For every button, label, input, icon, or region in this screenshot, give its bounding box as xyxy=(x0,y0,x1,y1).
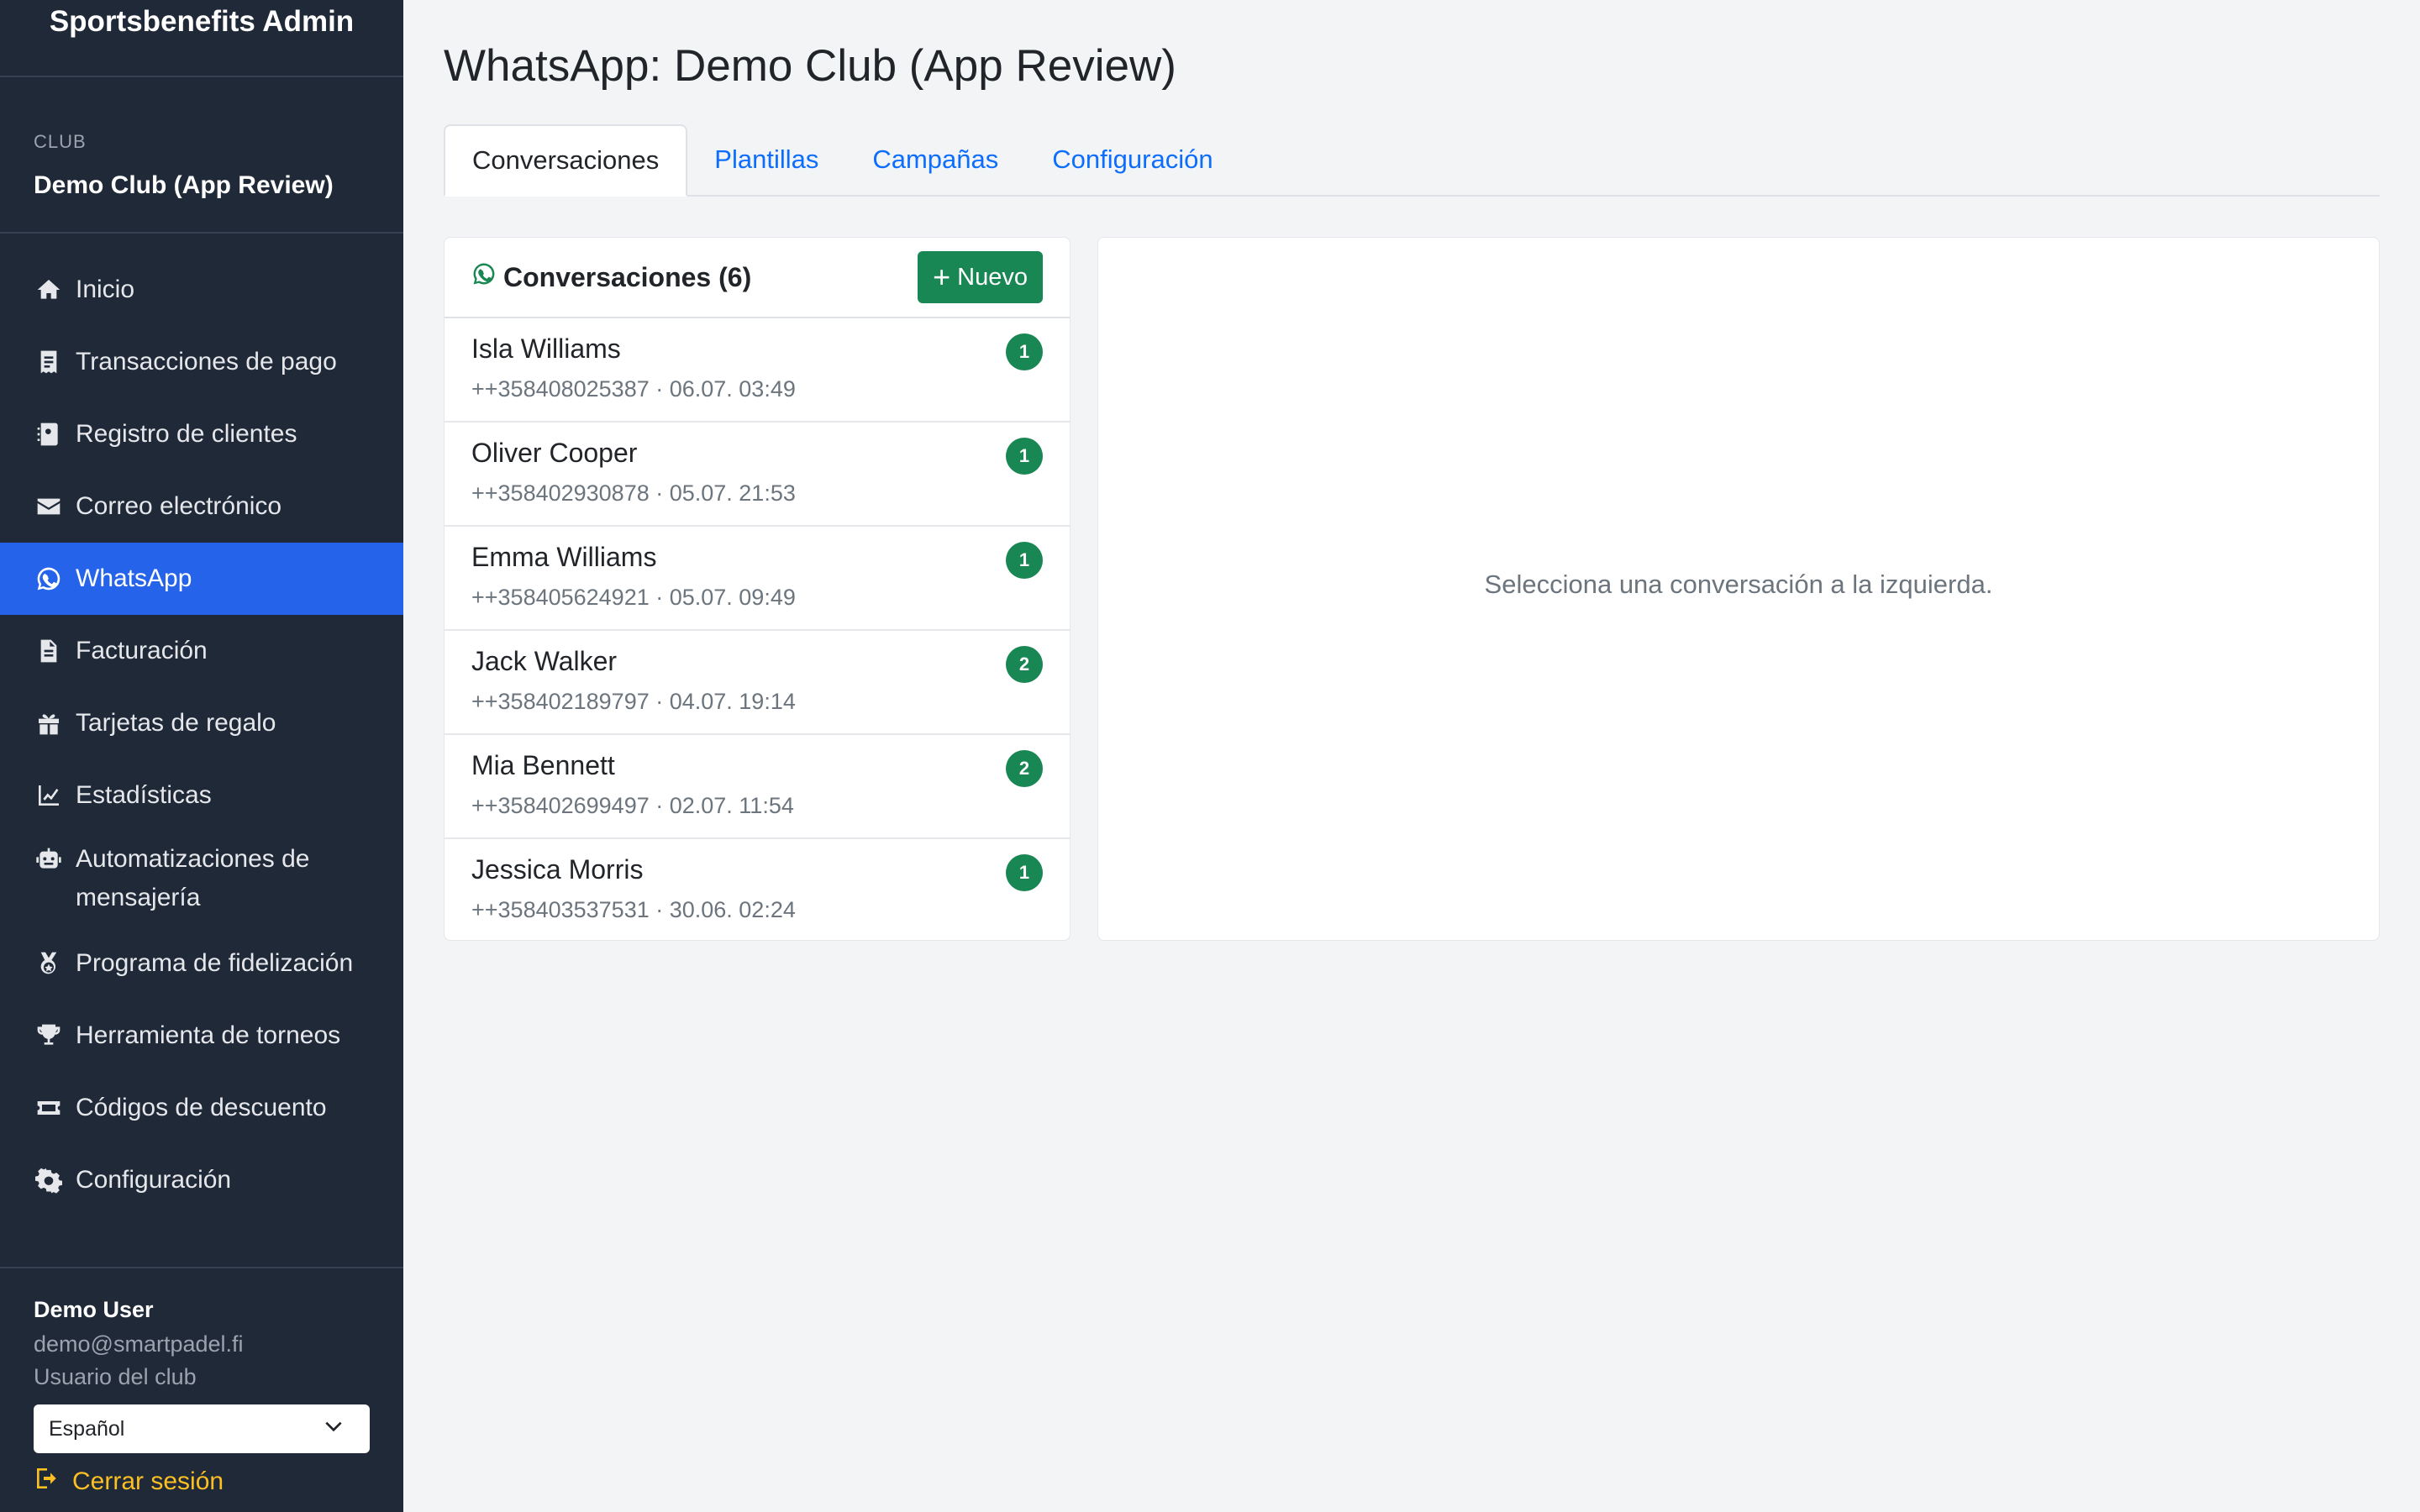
sidebar-nav: Inicio Transacciones de pago Registro de… xyxy=(0,254,403,1216)
sidebar-item-tarjetas-regalo[interactable]: Tarjetas de regalo xyxy=(0,687,403,759)
sidebar-item-label: Registro de clientes xyxy=(76,420,297,448)
conversation-name: Oliver Cooper xyxy=(471,438,638,468)
club-block: CLUB Demo Club (App Review) xyxy=(34,131,334,200)
sidebar-item-fidelizacion[interactable]: Programa de fidelización xyxy=(0,927,403,1000)
sidebar-item-torneos[interactable]: Herramienta de torneos xyxy=(0,1000,403,1072)
tab-campanas[interactable]: Campañas xyxy=(845,124,1025,195)
line-chart-icon xyxy=(34,780,64,811)
conversation-item[interactable]: Jessica Morris ++358403537531 · 30.06. 0… xyxy=(445,839,1070,940)
sidebar-item-estadisticas[interactable]: Estadísticas xyxy=(0,759,403,832)
conversation-name: Jessica Morris xyxy=(471,854,644,885)
plus-icon: + xyxy=(933,260,951,294)
conversation-meta: ++358402699497 · 02.07. 11:54 xyxy=(471,793,794,818)
ticket-icon xyxy=(34,1093,64,1123)
conversation-meta: ++358402189797 · 04.07. 19:14 xyxy=(471,689,796,714)
conversation-meta: ++358403537531 · 30.06. 02:24 xyxy=(471,897,796,922)
new-conversation-button[interactable]: + Nuevo xyxy=(918,251,1043,303)
gift-icon xyxy=(34,708,64,738)
conversation-name: Jack Walker xyxy=(471,646,618,676)
language-select-value: Español xyxy=(49,1416,125,1441)
envelope-icon xyxy=(34,491,64,522)
conversation-item[interactable]: Mia Bennett ++358402699497 · 02.07. 11:5… xyxy=(445,735,1070,839)
new-button-label: Nuevo xyxy=(957,263,1028,291)
sidebar-item-facturacion[interactable]: Facturación xyxy=(0,615,403,687)
logout-button[interactable]: Cerrar sesión xyxy=(34,1465,224,1499)
unread-badge: 2 xyxy=(1006,750,1043,787)
sidebar-item-label: Programa de fidelización xyxy=(76,949,354,977)
sidebar-item-label: Códigos de descuento xyxy=(76,1094,327,1121)
logout-icon xyxy=(34,1465,72,1499)
contact-book-icon xyxy=(34,419,64,449)
conversations-title-text: Conversaciones (6) xyxy=(503,261,752,292)
sidebar-item-label: Herramienta de torneos xyxy=(76,1021,341,1049)
sidebar-item-label: Automatizaciones de mensajería xyxy=(76,845,310,911)
receipt-icon xyxy=(34,347,64,377)
whatsapp-icon xyxy=(471,261,503,293)
trophy-icon xyxy=(34,1021,64,1051)
tab-bar: Conversaciones Plantillas Campañas Confi… xyxy=(444,124,2380,197)
language-select[interactable]: Español xyxy=(34,1404,370,1453)
robot-icon xyxy=(34,844,64,874)
unread-badge: 1 xyxy=(1006,854,1043,891)
sidebar-item-label: Inicio xyxy=(76,276,135,303)
conversation-meta: ++358408025387 · 06.07. 03:49 xyxy=(471,376,796,402)
tab-conversaciones[interactable]: Conversaciones xyxy=(444,124,688,197)
empty-state-message: Selecciona una conversación a la izquier… xyxy=(1484,570,1993,599)
divider xyxy=(0,232,403,234)
sidebar-item-label: Transacciones de pago xyxy=(76,348,337,375)
user-info: Demo User demo@smartpadel.fi Usuario del… xyxy=(34,1297,370,1390)
conversations-panel: Conversaciones (6) + Nuevo Isla Williams… xyxy=(444,237,1071,941)
club-label: CLUB xyxy=(34,131,87,152)
tab-plantillas[interactable]: Plantillas xyxy=(687,124,845,195)
unread-badge: 2 xyxy=(1006,646,1043,683)
sidebar-item-label: Configuración xyxy=(76,1166,232,1194)
club-name: Demo Club (App Review) xyxy=(34,171,334,199)
conversations-title: Conversaciones (6) xyxy=(471,261,751,293)
user-name: Demo User xyxy=(34,1297,154,1322)
sidebar-item-transacciones[interactable]: Transacciones de pago xyxy=(0,326,403,398)
conversation-name: Emma Williams xyxy=(471,542,657,572)
conversation-meta: ++358405624921 · 05.07. 09:49 xyxy=(471,585,796,610)
conversation-detail-panel: Selecciona una conversación a la izquier… xyxy=(1097,237,2380,941)
conversation-meta: ++358402930878 · 05.07. 21:53 xyxy=(471,480,796,506)
sidebar-item-label: Facturación xyxy=(76,637,208,664)
tab-configuracion[interactable]: Configuración xyxy=(1025,124,1239,195)
gear-icon xyxy=(34,1165,64,1195)
sidebar-item-correo[interactable]: Correo electrónico xyxy=(0,470,403,543)
conversation-name: Mia Bennett xyxy=(471,750,615,780)
conversations-header: Conversaciones (6) + Nuevo xyxy=(445,238,1070,318)
sidebar-item-label: WhatsApp xyxy=(76,564,192,592)
sidebar-item-label: Estadísticas xyxy=(76,781,212,809)
conversation-name: Isla Williams xyxy=(471,333,621,364)
page-title: WhatsApp: Demo Club (App Review) xyxy=(444,41,1176,91)
user-email: demo@smartpadel.fi xyxy=(34,1331,244,1357)
unread-badge: 1 xyxy=(1006,438,1043,475)
sidebar-item-inicio[interactable]: Inicio xyxy=(0,254,403,326)
app-title: Sportsbenefits Admin xyxy=(0,0,403,77)
conversation-item[interactable]: Emma Williams ++358405624921 · 05.07. 09… xyxy=(445,527,1070,631)
unread-badge: 1 xyxy=(1006,333,1043,370)
unread-badge: 1 xyxy=(1006,542,1043,579)
conversation-item[interactable]: Jack Walker ++358402189797 · 04.07. 19:1… xyxy=(445,631,1070,735)
sidebar-item-label: Tarjetas de regalo xyxy=(76,709,276,737)
sidebar-item-registro-clientes[interactable]: Registro de clientes xyxy=(0,398,403,470)
whatsapp-icon xyxy=(34,564,64,594)
divider xyxy=(0,1267,403,1268)
home-icon xyxy=(34,275,64,305)
medal-icon xyxy=(34,948,64,979)
sidebar-item-automatizaciones[interactable]: Automatizaciones de mensajería xyxy=(0,832,403,927)
sidebar-item-label: Correo electrónico xyxy=(76,492,282,520)
sidebar-item-configuracion[interactable]: Configuración xyxy=(0,1144,403,1216)
conversation-item[interactable]: Isla Williams ++358408025387 · 06.07. 03… xyxy=(445,318,1070,423)
sidebar-item-codigos-descuento[interactable]: Códigos de descuento xyxy=(0,1072,403,1144)
user-role: Usuario del club xyxy=(34,1364,197,1389)
sidebar-item-whatsapp[interactable]: WhatsApp xyxy=(0,543,403,615)
chevron-down-icon xyxy=(323,1415,345,1443)
document-icon xyxy=(34,636,64,666)
sidebar: Sportsbenefits Admin CLUB Demo Club (App… xyxy=(0,0,403,1512)
logout-label: Cerrar sesión xyxy=(72,1467,224,1495)
conversation-item[interactable]: Oliver Cooper ++358402930878 · 05.07. 21… xyxy=(445,423,1070,527)
